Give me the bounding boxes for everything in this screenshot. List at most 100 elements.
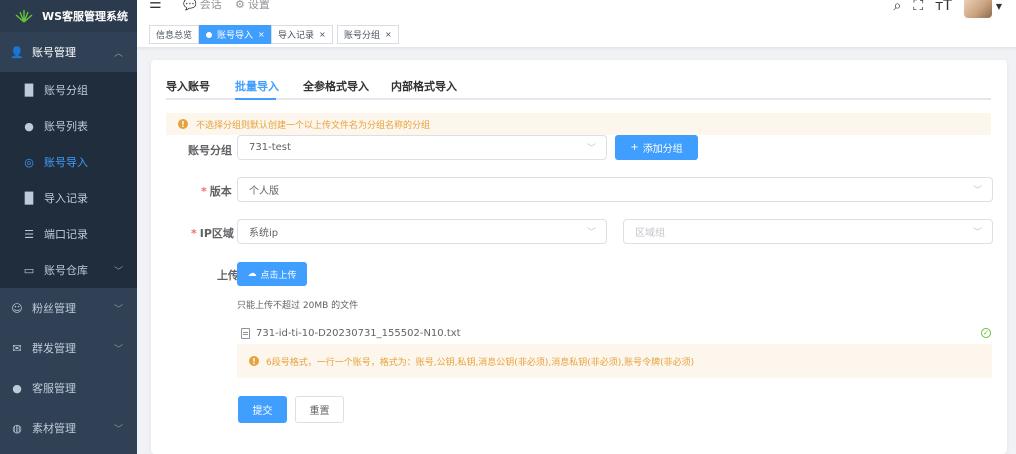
version-label-text: 版本 bbox=[209, 185, 232, 198]
menu-account-group[interactable]: ▐▌ 账号分组 bbox=[0, 72, 137, 108]
monitor-icon: ▭ bbox=[23, 263, 35, 277]
font-size-icon[interactable]: ᴛT bbox=[935, 0, 952, 14]
sidebar: WS客服管理系统 👤 账号管理 ︿ ▐▌ 账号分组 ● 账号列表 ◎ 账号导入 … bbox=[0, 0, 137, 454]
caret-down-icon[interactable]: ▼ bbox=[996, 2, 1002, 11]
chat-icon: 💬 bbox=[183, 0, 197, 11]
chevron-down-icon: ﹀ bbox=[586, 144, 596, 154]
menu-label: 素材管理 bbox=[32, 422, 76, 435]
tab-full-format-import[interactable]: 全参格式导入 bbox=[303, 78, 369, 94]
eye-icon: ◎ bbox=[24, 155, 34, 169]
menu-label: 账号管理 bbox=[32, 46, 76, 59]
reset-button[interactable]: 重置 bbox=[295, 396, 344, 423]
tag-label: 导入记录 bbox=[278, 31, 315, 41]
chevron-down-icon: ﹀ bbox=[113, 344, 123, 355]
chevron-down-icon: ﹀ bbox=[972, 186, 982, 196]
menu-account-list[interactable]: ● 账号列表 bbox=[0, 108, 137, 144]
import-tabs: 导入账号 批量导入 全参格式导入 内部格式导入 bbox=[166, 76, 991, 100]
menu-label: 账号分组 bbox=[44, 84, 88, 97]
ip-select-value: 系统ip bbox=[249, 228, 279, 239]
region-select-placeholder: 区域组 bbox=[635, 228, 665, 239]
user-icon: ● bbox=[12, 381, 22, 395]
submit-button[interactable]: 提交 bbox=[238, 396, 287, 423]
success-check-icon: ✓ bbox=[981, 328, 991, 338]
menu-label: 账号列表 bbox=[44, 120, 88, 133]
fullscreen-icon[interactable]: ⛶ bbox=[913, 0, 923, 14]
tab-batch-import[interactable]: 批量导入 bbox=[235, 78, 279, 94]
search-icon[interactable]: ⌕ bbox=[893, 0, 901, 14]
group-select[interactable]: 731-test ﹀ bbox=[237, 135, 607, 160]
close-icon[interactable]: × bbox=[258, 30, 265, 39]
upload-hint: 只能上传不超过 20MB 的文件 bbox=[237, 301, 359, 311]
ip-select[interactable]: 系统ip ﹀ bbox=[237, 219, 607, 244]
top-tab-label: 设置 bbox=[247, 0, 270, 11]
group-select-value: 731-test bbox=[249, 142, 291, 153]
version-label: * 版本 bbox=[201, 183, 232, 199]
tag-account-import[interactable]: 账号导入 × bbox=[199, 25, 272, 44]
version-select-value: 个人版 bbox=[249, 186, 279, 197]
app-title: WS客服管理系统 bbox=[42, 10, 129, 23]
brand: WS客服管理系统 bbox=[0, 0, 137, 32]
menu-label: 客服管理 bbox=[32, 382, 76, 395]
group-label: 账号分组 bbox=[188, 144, 232, 157]
tag-account-group[interactable]: 账号分组 × bbox=[337, 25, 399, 44]
tab-internal-format-import[interactable]: 内部格式导入 bbox=[391, 78, 457, 94]
cloud-upload-icon: ☁ bbox=[247, 269, 257, 279]
gear-icon: ⚙ bbox=[235, 0, 245, 11]
menu-account-management[interactable]: 👤 账号管理 ︿ bbox=[0, 32, 137, 72]
bar-chart-icon: ▐▌ bbox=[20, 83, 38, 97]
upload-button[interactable]: ☁ 点击上传 bbox=[237, 262, 307, 286]
top-navbar: ☰ 💬 会话 ⚙ 设置 ⌕ ⛶ ᴛT ▼ bbox=[137, 0, 1016, 20]
user-group-icon: 👤 bbox=[10, 45, 24, 59]
add-group-button[interactable]: + 添加分组 bbox=[615, 135, 698, 160]
menu-material-management[interactable]: ◍ 素材管理 ﹀ bbox=[0, 408, 137, 448]
group-alert: ! 不选择分组则默认创建一个以上传文件名为分组名称的分组 bbox=[166, 113, 991, 135]
close-icon[interactable]: × bbox=[319, 30, 326, 39]
plus-icon: + bbox=[630, 142, 639, 153]
tag-label: 信息总览 bbox=[156, 31, 193, 41]
region-select[interactable]: 区域组 ﹀ bbox=[623, 219, 993, 244]
tag-label: 账号分组 bbox=[344, 31, 381, 41]
menu-broadcast-management[interactable]: ✉ 群发管理 ﹀ bbox=[0, 328, 137, 368]
warning-icon: ! bbox=[249, 356, 259, 366]
top-right-tools: ⌕ ⛶ ᴛT ▼ bbox=[893, 0, 1002, 18]
tag-import-records[interactable]: 导入记录 × bbox=[271, 25, 333, 44]
menu-account-import[interactable]: ◎ 账号导入 bbox=[0, 144, 137, 180]
alert-text: 不选择分组则默认创建一个以上传文件名为分组名称的分组 bbox=[196, 120, 431, 131]
ip-label: * IP区域 bbox=[191, 225, 234, 241]
menu-port-records[interactable]: ☰ 端口记录 bbox=[0, 216, 137, 252]
menu-fans-management[interactable]: ☺ 粉丝管理 ﹀ bbox=[0, 288, 137, 328]
ip-label-text: IP区域 bbox=[199, 227, 234, 240]
add-group-label: 添加分组 bbox=[642, 144, 683, 155]
hamburger-icon[interactable]: ☰ bbox=[149, 0, 162, 12]
menu-label: 导入记录 bbox=[44, 192, 88, 205]
file-name: 731-id-ti-10-D20230731_155502-N10.txt bbox=[256, 327, 461, 339]
upload-label: 上传 bbox=[217, 269, 239, 282]
bar-chart-icon: ▐▌ bbox=[20, 191, 38, 205]
tab-import-account[interactable]: 导入账号 bbox=[166, 78, 210, 94]
top-tab-label: 会话 bbox=[199, 0, 222, 11]
menu-label: 账号导入 bbox=[44, 156, 88, 169]
import-card: 导入账号 批量导入 全参格式导入 内部格式导入 ! 不选择分组则默认创建一个以上… bbox=[151, 60, 1007, 454]
top-tab-chat[interactable]: 💬 会话 bbox=[183, 0, 222, 12]
tags-view: 信息总览 账号导入 × 导入记录 × 账号分组 × bbox=[137, 20, 1016, 48]
uploaded-file[interactable]: 731-id-ti-10-D20230731_155502-N10.txt ✓ bbox=[241, 325, 991, 341]
tag-overview[interactable]: 信息总览 bbox=[149, 25, 200, 44]
avatar[interactable] bbox=[963, 0, 992, 18]
chevron-down-icon: ﹀ bbox=[586, 228, 596, 238]
user-icon: ● bbox=[24, 119, 34, 133]
menu-account-warehouse[interactable]: ▭ 账号仓库 ﹀ bbox=[0, 252, 137, 288]
menu-service-management[interactable]: ● 客服管理 bbox=[0, 368, 137, 408]
top-tab-settings[interactable]: ⚙ 设置 bbox=[235, 0, 270, 12]
format-alert-text: 6段号格式，一行一个账号，格式为：账号,公钥,私钥,消息公钥(非必须),消息私钥… bbox=[266, 357, 695, 368]
menu-import-records[interactable]: ▐▌ 导入记录 bbox=[0, 180, 137, 216]
close-icon[interactable]: × bbox=[385, 30, 392, 39]
version-select[interactable]: 个人版 ﹀ bbox=[237, 177, 993, 202]
material-icon: ◍ bbox=[12, 421, 22, 435]
required-mark: * bbox=[201, 185, 207, 198]
menu-label: 粉丝管理 bbox=[32, 302, 76, 315]
tag-label: 账号导入 bbox=[217, 31, 254, 41]
list-icon: ☰ bbox=[24, 227, 34, 241]
chevron-down-icon: ﹀ bbox=[113, 424, 123, 435]
mail-icon: ✉ bbox=[12, 341, 22, 355]
tab-active-indicator bbox=[235, 98, 276, 100]
